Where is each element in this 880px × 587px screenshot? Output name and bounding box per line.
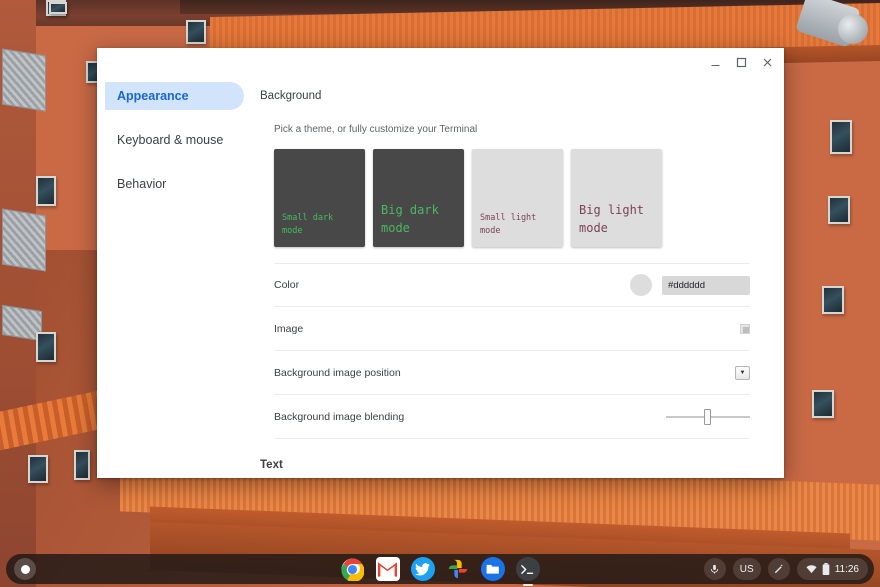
- launcher-icon: [20, 564, 30, 574]
- shelf-app-terminal[interactable]: [515, 557, 540, 586]
- app-running-indicator: [522, 584, 533, 586]
- setting-label-background-image-position: Background image position: [274, 366, 401, 379]
- theme-preview-list: Small dark mode Big dark mode Small ligh…: [274, 149, 762, 247]
- theme-card-small-dark[interactable]: Small dark mode: [274, 149, 365, 247]
- wallpaper-window: [36, 176, 56, 206]
- theme-card-line2: mode: [579, 221, 608, 236]
- theme-card-small-light[interactable]: Small light mode: [472, 149, 563, 247]
- window-titlebar[interactable]: [97, 48, 784, 76]
- wallpaper-window: [830, 120, 852, 154]
- theme-card-line1: Big light: [579, 202, 645, 217]
- clock-label: 11:26: [834, 563, 859, 575]
- theme-card-line1: Small light: [480, 212, 537, 223]
- settings-sidebar: Appearance Keyboard & mouse Behavior: [97, 76, 252, 478]
- microphone-icon: [711, 564, 719, 574]
- setting-row-background-image-position: Background image position ▼: [274, 351, 750, 395]
- setting-control-color: [630, 274, 750, 296]
- shelf-app-twitter[interactable]: [410, 557, 435, 581]
- battery-icon: [822, 563, 830, 575]
- shelf-app-photos[interactable]: [446, 557, 470, 581]
- wallpaper-window: [28, 455, 48, 483]
- setting-row-color: Color: [274, 263, 750, 307]
- shelf-app-chrome[interactable]: [341, 557, 365, 581]
- background-image-position-select[interactable]: ▼: [735, 365, 750, 380]
- setting-control-position: ▼: [735, 365, 750, 380]
- section-title-background: Background: [260, 90, 322, 102]
- sidebar-item-keyboard-mouse[interactable]: Keyboard & mouse: [105, 126, 244, 154]
- setting-row-image: Image: [274, 307, 750, 351]
- wallpaper-window: [36, 332, 56, 362]
- keyboard-layout-button[interactable]: US: [732, 558, 761, 580]
- setting-label-image: Image: [274, 322, 304, 335]
- stylus-button[interactable]: [767, 558, 790, 580]
- background-image-blending-slider[interactable]: [666, 408, 750, 425]
- wallpaper-vent-grid: [2, 48, 46, 112]
- wifi-icon: [806, 564, 817, 573]
- setting-label-background-image-blending: Background image blending: [274, 410, 405, 423]
- maximize-button[interactable]: [728, 50, 754, 74]
- terminal-settings-window: Appearance Keyboard & mouse Behavior Bac…: [97, 48, 784, 478]
- sidebar-item-label: Appearance: [117, 89, 189, 103]
- wallpaper-vent-cap: [838, 14, 868, 44]
- setting-row-background-image-blending: Background image blending: [274, 395, 750, 439]
- section-title-text: Text: [260, 459, 283, 471]
- desktop: Appearance Keyboard & mouse Behavior Bac…: [0, 0, 880, 587]
- section-subtitle: Pick a theme, or fully customize your Te…: [274, 124, 478, 135]
- shelf-app-gmail[interactable]: [375, 557, 400, 581]
- system-tray-button[interactable]: 11:26: [796, 558, 868, 580]
- minimize-button[interactable]: [702, 50, 728, 74]
- wallpaper-window: [828, 196, 850, 224]
- wallpaper-window: [74, 450, 90, 480]
- keyboard-layout-label: US: [739, 563, 754, 575]
- sidebar-item-appearance[interactable]: Appearance: [105, 82, 244, 110]
- theme-card-text: Big light mode: [579, 201, 657, 238]
- chevron-down-icon: ▼: [739, 369, 746, 376]
- close-button[interactable]: [754, 50, 780, 74]
- shelf-app-files[interactable]: [480, 557, 505, 581]
- theme-card-text: Big dark mode: [381, 201, 459, 238]
- sidebar-item-behavior[interactable]: Behavior: [105, 170, 244, 198]
- microphone-button[interactable]: [703, 558, 726, 580]
- sidebar-item-label: Behavior: [117, 177, 167, 191]
- theme-card-line1: Big dark: [381, 202, 439, 217]
- wallpaper-vent-grid: [2, 208, 46, 272]
- color-hex-input[interactable]: [662, 275, 750, 295]
- theme-card-line2: mode: [381, 221, 410, 236]
- setting-control-image: [740, 323, 750, 334]
- settings-rows: Color Image Background image posi: [274, 263, 750, 439]
- settings-content: Background Pick a theme, or fully custom…: [252, 76, 784, 478]
- theme-card-big-dark[interactable]: Big dark mode: [373, 149, 464, 247]
- launcher-button[interactable]: [14, 558, 36, 580]
- theme-card-line2: mode: [282, 225, 303, 236]
- theme-card-line1: Small dark: [282, 212, 334, 223]
- wallpaper-window: [49, 2, 67, 14]
- theme-card-text: Small dark mode: [282, 212, 360, 238]
- color-swatch[interactable]: [630, 274, 652, 296]
- stylus-icon: [775, 563, 783, 573]
- wallpaper-window: [812, 390, 834, 418]
- setting-label-color: Color: [274, 279, 300, 291]
- sidebar-item-label: Keyboard & mouse: [117, 133, 224, 147]
- theme-card-text: Small light mode: [480, 212, 558, 238]
- shelf: US 11:26: [6, 554, 874, 586]
- wallpaper-window: [186, 20, 206, 44]
- slider-thumb[interactable]: [704, 408, 711, 425]
- wallpaper-window: [822, 286, 844, 314]
- window-body: Appearance Keyboard & mouse Behavior Bac…: [97, 76, 784, 478]
- theme-card-big-light[interactable]: Big light mode: [571, 149, 662, 247]
- setting-control-blending: [666, 408, 750, 425]
- image-picker-icon[interactable]: [740, 323, 750, 334]
- status-area: US 11:26: [703, 558, 868, 580]
- theme-card-line2: mode: [480, 225, 501, 236]
